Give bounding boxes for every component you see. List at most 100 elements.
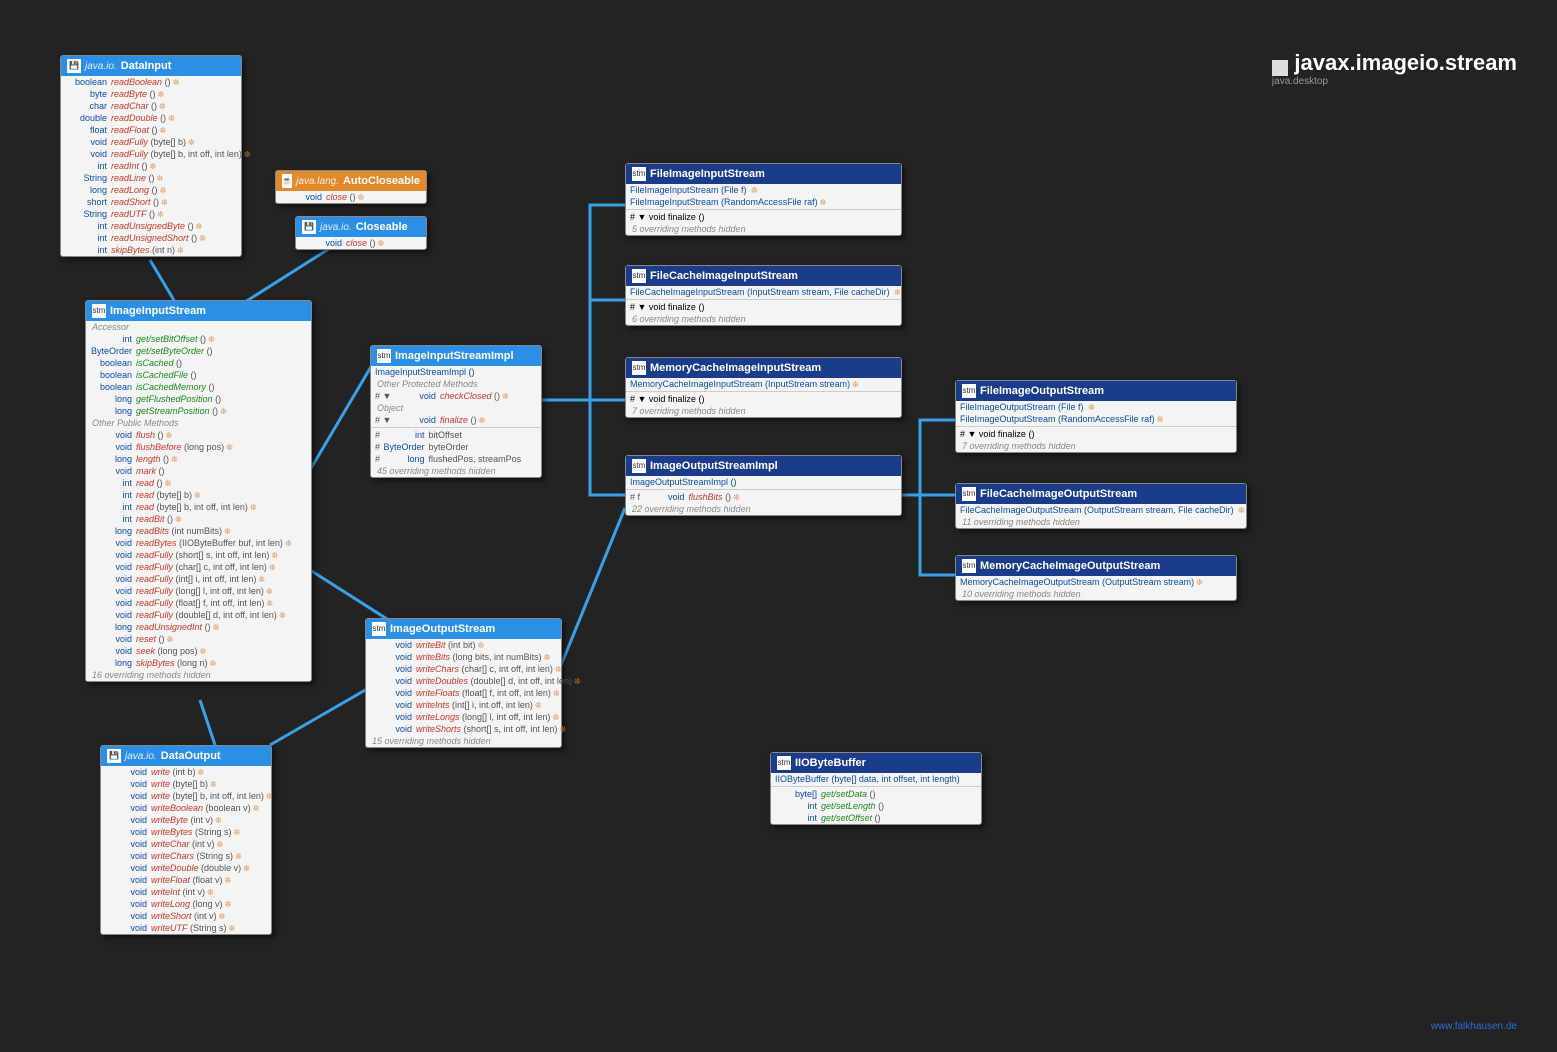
class-ImageOutputStream[interactable]: stmImageOutputStream voidwriteBit (int b… [365, 618, 562, 748]
method-row: voidwriteFloat (float v)❊ [101, 874, 271, 886]
stm-icon: stm [632, 361, 646, 375]
method-row: intget/setOffset () [771, 812, 981, 824]
stm-icon: stm [377, 349, 391, 363]
method-row: voidwrite (int b)❊ [101, 766, 271, 778]
class-MemoryCacheImageOutputStream[interactable]: stmMemoryCacheImageOutputStream MemoryCa… [955, 555, 1237, 601]
method-row: voidclose ()❊ [296, 237, 426, 249]
method-row: voidwriteFloats (float[] f, int off, int… [366, 687, 561, 699]
method-row: voidmark () [86, 465, 311, 477]
method-row: voidreadFully (byte[] b)❊ [61, 136, 241, 148]
method-row: longskipBytes (long n)❊ [86, 657, 311, 669]
method-row: voidreadFully (char[] c, int off, int le… [86, 561, 311, 573]
method-row: # ▼ voidfinalize ()❊ [371, 414, 541, 426]
method-row: voidreadFully (long[] l, int off, int le… [86, 585, 311, 597]
class-MemoryCacheImageInputStream[interactable]: stmMemoryCacheImageInputStream MemoryCac… [625, 357, 902, 418]
method-row: voidwriteBit (int bit)❊ [366, 639, 561, 651]
method-row: booleanisCachedMemory () [86, 381, 311, 393]
method-row: intreadUnsignedByte ()❊ [61, 220, 241, 232]
method-row: voidclose ()❊ [276, 191, 426, 203]
method-row: charreadChar ()❊ [61, 100, 241, 112]
disk-icon: 💾 [67, 59, 81, 73]
package-icon [1272, 60, 1288, 76]
title-text: javax.imageio.stream [1294, 50, 1517, 75]
method-row: voidwriteInts (int[] i, int off, int len… [366, 699, 561, 711]
method-row: # ▼ voidcheckClosed ()❊ [371, 390, 541, 402]
class-AutoCloseable[interactable]: ☕java.lang.AutoCloseable voidclose ()❊ [275, 170, 427, 204]
disk-icon: 💾 [302, 220, 316, 234]
disk-icon: 💾 [107, 749, 121, 763]
method-row: intget/setLength () [771, 800, 981, 812]
method-row: voidwriteShort (int v)❊ [101, 910, 271, 922]
class-ImageOutputStreamImpl[interactable]: stmImageOutputStreamImpl ImageOutputStre… [625, 455, 902, 516]
method-row: voidreadBytes (IIOByteBuffer buf, int le… [86, 537, 311, 549]
stm-icon: stm [372, 622, 386, 636]
method-row: voidreset ()❊ [86, 633, 311, 645]
class-FileImageOutputStream[interactable]: stmFileImageOutputStream FileImageOutput… [955, 380, 1237, 453]
method-row: booleanisCached () [86, 357, 311, 369]
class-DataInput[interactable]: 💾java.io.DataInput booleanreadBoolean ()… [60, 55, 242, 257]
method-row: voidwriteInt (int v)❊ [101, 886, 271, 898]
method-row: voidwriteBytes (String s)❊ [101, 826, 271, 838]
diagram-title: javax.imageio.stream java.desktop [1272, 50, 1517, 87]
class-FileCacheImageOutputStream[interactable]: stmFileCacheImageOutputStream FileCacheI… [955, 483, 1247, 529]
method-row: longlength ()❊ [86, 453, 311, 465]
method-row: voidreadFully (double[] d, int off, int … [86, 609, 311, 621]
method-row: voidwriteChars (char[] c, int off, int l… [366, 663, 561, 675]
footer-link[interactable]: www.falkhausen.de [1431, 1021, 1517, 1032]
stm-icon: stm [92, 304, 106, 318]
class-IIOByteBuffer[interactable]: stmIIOByteBuffer IIOByteBuffer (byte[] d… [770, 752, 982, 825]
class-FileCacheImageInputStream[interactable]: stmFileCacheImageInputStream FileCacheIm… [625, 265, 902, 326]
ctor-row: FileCacheImageOutputStream (OutputStream… [956, 504, 1246, 516]
ctor-row: FileImageOutputStream (File f) ❊ [956, 401, 1236, 413]
method-row: # f voidflushBits ()❊ [626, 491, 901, 503]
method-row: voidwriteBits (long bits, int numBits)❊ [366, 651, 561, 663]
subtitle-text: java.desktop [1272, 76, 1517, 87]
field-row: # ByteOrderbyteOrder [371, 441, 541, 453]
method-row: voidreadFully (int[] i, int off, int len… [86, 573, 311, 585]
method-row: bytereadByte ()❊ [61, 88, 241, 100]
method-row: intreadBit ()❊ [86, 513, 311, 525]
class-FileImageInputStream[interactable]: stmFileImageInputStream FileImageInputSt… [625, 163, 902, 236]
method-row: ByteOrderget/setByteOrder () [86, 345, 311, 357]
method-row: longreadBits (int numBits)❊ [86, 525, 311, 537]
stm-icon: stm [632, 167, 646, 181]
ctor-row: FileCacheImageInputStream (InputStream s… [626, 286, 901, 298]
method-row: voidwrite (byte[] b)❊ [101, 778, 271, 790]
ctor-row: FileImageOutputStream (RandomAccessFile … [956, 413, 1236, 425]
stm-icon: stm [777, 756, 791, 770]
method-row: StringreadLine ()❊ [61, 172, 241, 184]
method-row: voidreadFully (byte[] b, int off, int le… [61, 148, 241, 160]
method-row: floatreadFloat ()❊ [61, 124, 241, 136]
method-row: booleanreadBoolean ()❊ [61, 76, 241, 88]
method-row: byte[]get/setData () [771, 788, 981, 800]
method-row: longreadLong ()❊ [61, 184, 241, 196]
class-ImageInputStreamImpl[interactable]: stmImageInputStreamImpl ImageInputStream… [370, 345, 542, 478]
method-row: intread (byte[] b)❊ [86, 489, 311, 501]
method-row: intread (byte[] b, int off, int len)❊ [86, 501, 311, 513]
method-row: voidflush ()❊ [86, 429, 311, 441]
method-row: longgetFlushedPosition () [86, 393, 311, 405]
class-Closeable[interactable]: 💾java.io.Closeable voidclose ()❊ [295, 216, 427, 250]
method-row: StringreadUTF ()❊ [61, 208, 241, 220]
method-row: intreadUnsignedShort ()❊ [61, 232, 241, 244]
method-row: intread ()❊ [86, 477, 311, 489]
ctor-row: FileImageInputStream (File f) ❊ [626, 184, 901, 196]
method-row: voidwriteDouble (double v)❊ [101, 862, 271, 874]
ctor-row: FileImageInputStream (RandomAccessFile r… [626, 196, 901, 208]
method-row: voidwriteLong (long v)❊ [101, 898, 271, 910]
method-row: voidwriteBoolean (boolean v)❊ [101, 802, 271, 814]
class-ImageInputStream[interactable]: stmImageInputStream Accessor intget/setB… [85, 300, 312, 682]
method-row: voidseek (long pos)❊ [86, 645, 311, 657]
class-DataOutput[interactable]: 💾java.io.DataOutput voidwrite (int b)❊vo… [100, 745, 272, 935]
stm-icon: stm [962, 384, 976, 398]
method-row: voidwriteUTF (String s)❊ [101, 922, 271, 934]
method-row: voidwriteChar (int v)❊ [101, 838, 271, 850]
method-row: booleanisCachedFile () [86, 369, 311, 381]
method-row: voidwriteShorts (short[] s, int off, int… [366, 723, 561, 735]
method-row: intskipBytes (int n)❊ [61, 244, 241, 256]
method-row: doublereadDouble ()❊ [61, 112, 241, 124]
method-row: voidwriteLongs (long[] l, int off, int l… [366, 711, 561, 723]
method-row: voidwriteDoubles (double[] d, int off, i… [366, 675, 561, 687]
field-row: # longflushedPos, streamPos [371, 453, 541, 465]
method-row: shortreadShort ()❊ [61, 196, 241, 208]
